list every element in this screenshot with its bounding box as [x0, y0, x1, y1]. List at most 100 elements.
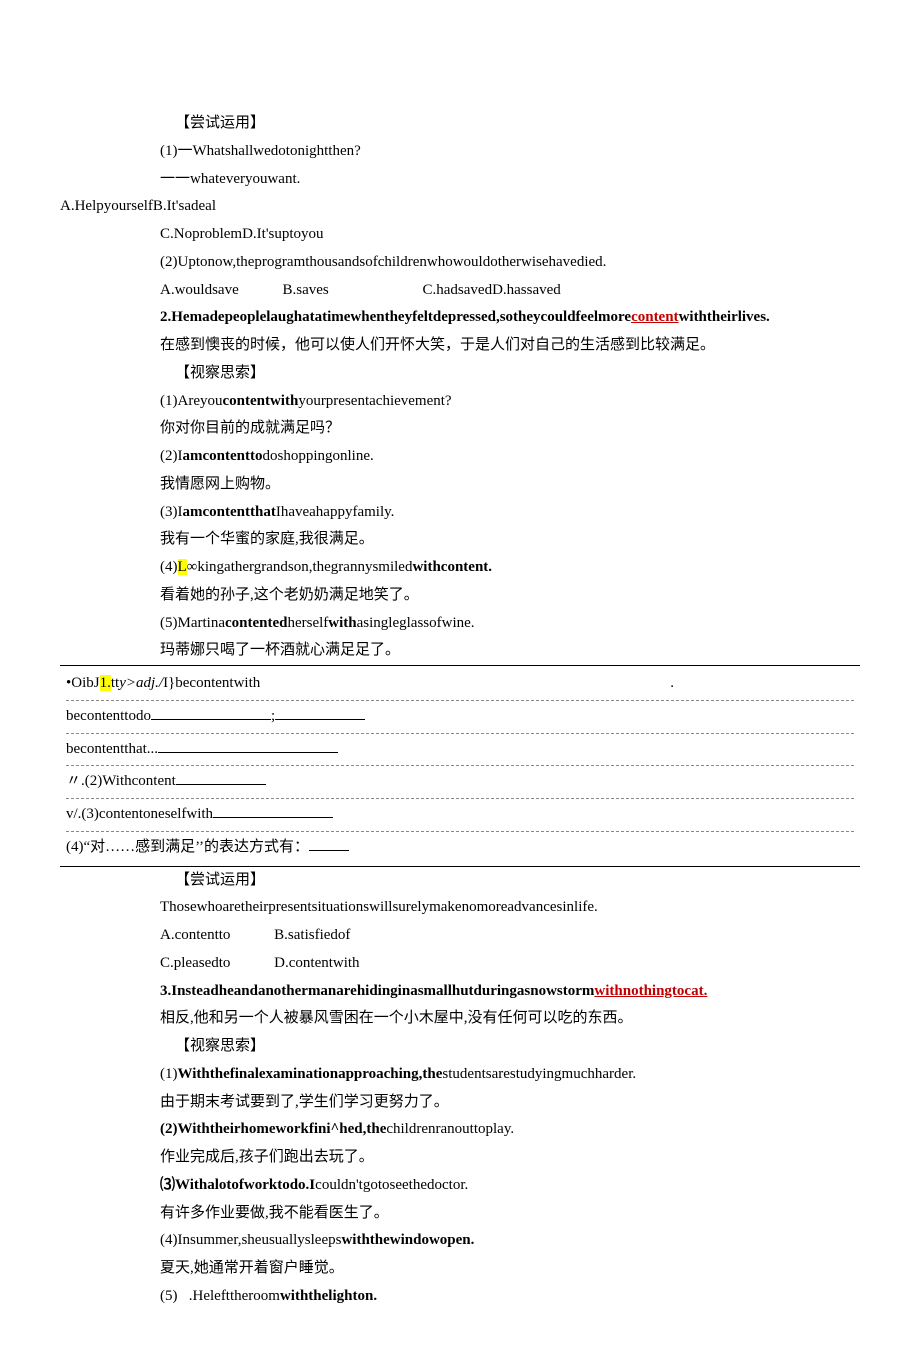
item3-cn: 相反,他和另一个人被暴风雪困在一个小木屋中,没有任何可以吃的东西。	[60, 1005, 860, 1033]
box-r2-a: becontenttodo	[66, 708, 151, 724]
with-ex4: (4)Insummer,sheusuallysleepswiththewindo…	[60, 1227, 860, 1255]
ex1-a: (1)Areyou	[160, 393, 222, 409]
observe-heading-2: 【视察思索】	[60, 1033, 860, 1061]
q3-a: A.contentto	[160, 922, 230, 950]
with-ex5-a: (5)	[160, 1288, 178, 1304]
with-ex5: (5) .Helefttheroomwiththelighton.	[60, 1283, 860, 1311]
with-ex5-b: .Helefttheroom	[189, 1288, 280, 1304]
with-ex2-a: (2)Withtheirhomeworkfini^hed,the	[160, 1121, 386, 1137]
q2-c: C.hadsavedD.hassaved	[423, 277, 561, 305]
with-ex2-cn: 作业完成后,孩子们跑出去玩了。	[60, 1144, 860, 1172]
with-ex1-a: (1)	[160, 1066, 178, 1082]
with-ex1-cn: 由于期末考试要到了,学生们学习更努力了。	[60, 1089, 860, 1117]
ex5-c: herself	[287, 615, 328, 631]
ex4-d: withcontent.	[412, 559, 492, 575]
ex2-b: amcontentto	[183, 448, 263, 464]
item3-lead-pre: 3.Insteadheandanothermanarehidinginasmal…	[160, 983, 594, 999]
ex4-cn: 看着她的孙子,这个老奶奶满足地笑了。	[60, 582, 860, 610]
item2-lead-pre: 2.Hemadepeoplelaughatatimewhentheyfeltde…	[160, 309, 631, 325]
ex2-cn: 我情愿网上购物。	[60, 471, 860, 499]
with-ex4-b: withthewindowopen.	[341, 1232, 474, 1248]
with-ex3-a: ⑶Withalotofworktodo.I	[160, 1177, 315, 1193]
ex3-c: Ihaveahappyfamily.	[276, 504, 395, 520]
ex5-d: with	[328, 615, 356, 631]
q3-d: D.contentwith	[274, 950, 359, 978]
box-row-3: becontentthat...	[66, 734, 854, 767]
ex1-b: contentwith	[222, 393, 298, 409]
q1-stem: (1)一Whatshallwedotonightthen?	[60, 138, 860, 166]
box-r1-a: •OibJ	[66, 675, 100, 691]
page: 【尝试运用】 (1)一Whatshallwedotonightthen? 一一w…	[0, 0, 920, 1371]
box-row-5: v/.(3)contentoneselfwith	[66, 799, 854, 832]
box-r1-e: I}becontentwith	[163, 675, 260, 691]
q3-b: B.satisfiedof	[274, 922, 350, 950]
box-r1-tail: .	[670, 670, 854, 698]
item3-lead: 3.Insteadheandanothermanarehidinginasmal…	[60, 978, 860, 1006]
q3-choices-row1: A.contentto B.satisfiedof	[60, 922, 860, 950]
with-ex1: (1)Withthefinalexaminationapproaching,th…	[60, 1061, 860, 1089]
q2-a: A.wouldsave	[160, 277, 239, 305]
box-r6-a: (4)“对……感到满足’’的表达方式有：	[66, 839, 309, 855]
q2-stem: (2)Uptonow,theprogramthousandsofchildren…	[60, 249, 860, 277]
box-r1-d: adj./	[136, 675, 163, 691]
with-ex2: (2)Withtheirhomeworkfini^hed,thechildren…	[60, 1116, 860, 1144]
box-r3-a: becontentthat...	[66, 741, 158, 757]
q1-choices-row2: C.NoproblemD.It'suptoyou	[60, 221, 860, 249]
box-row-6: (4)“对……感到满足’’的表达方式有：	[66, 832, 854, 864]
summary-box: •OibJ1.tty>adj./I}becontentwith . becont…	[60, 665, 860, 867]
ex4: (4)L∞kingathergrandson,thegrannysmiledwi…	[60, 554, 860, 582]
with-ex5-c: withthelighton.	[280, 1288, 377, 1304]
with-ex3-cn: 有许多作业要做,我不能看医生了。	[60, 1200, 860, 1228]
ex4-a: (4)	[160, 559, 178, 575]
q1-reply: 一一whateveryouwant.	[60, 166, 860, 194]
item2-lead-hl: content	[631, 309, 679, 325]
blank	[176, 771, 266, 786]
section-heading: 【尝试运用】	[60, 110, 860, 138]
q3-stem: Thosewhoaretheirpresentsituationswillsur…	[60, 894, 860, 922]
box-row-4: 〃.(2)Withcontent	[66, 766, 854, 799]
ex5: (5)Martinacontentedherselfwithasinglegla…	[60, 610, 860, 638]
blank	[158, 738, 338, 753]
box-row-1: •OibJ1.tty>adj./I}becontentwith .	[66, 668, 854, 701]
with-ex1-c: studentsarestudyingmuchharder.	[442, 1066, 636, 1082]
box-r1-hl: 1.	[100, 675, 111, 691]
ex4-hl: L	[178, 559, 187, 575]
ex2-a: (2)I	[160, 448, 183, 464]
box-r1-c: y>	[119, 675, 136, 691]
section-heading-2: 【尝试运用】	[60, 867, 860, 895]
ex5-cn: 玛蒂娜只喝了一杯酒就心满足足了。	[60, 637, 860, 665]
q2-b: B.saves	[283, 277, 329, 305]
ex4-c: ∞kingathergrandson,thegrannysmiled	[187, 559, 413, 575]
ex1: (1)Areyoucontentwithyourpresentachieveme…	[60, 388, 860, 416]
ex3: (3)IamcontentthatIhaveahappyfamily.	[60, 499, 860, 527]
ex5-a: (5)Martina	[160, 615, 225, 631]
q3-choices-row2: C.pleasedto D.contentwith	[60, 950, 860, 978]
item2-cn: 在感到懊丧的时候，他可以使人们开怀大笑，于是人们对自己的生活感到比较满足。	[60, 332, 860, 360]
q2-choices: A.wouldsave B.saves C.hadsavedD.hassaved	[60, 277, 860, 305]
item2-lead: 2.Hemadepeoplelaughatatimewhentheyfeltde…	[60, 304, 860, 332]
blank	[275, 705, 365, 720]
ex1-cn: 你对你目前的成就满足吗？	[60, 415, 860, 443]
ex3-b: amcontentthat	[183, 504, 276, 520]
q1-choices-row1: A.HelpyourselfB.It'sadeal	[60, 193, 860, 221]
ex1-c: yourpresentachievement?	[298, 393, 451, 409]
item3-lead-hl: withnothingtocat.	[594, 983, 707, 999]
ex3-cn: 我有一个华蜜的家庭,我很满足。	[60, 526, 860, 554]
blank	[213, 804, 333, 819]
with-ex2-b: childrenranouttoplay.	[386, 1121, 514, 1137]
ex5-b: contented	[225, 615, 288, 631]
blank	[151, 705, 271, 720]
with-ex3-b: couldn'tgotoseethedoctor.	[315, 1177, 468, 1193]
ex5-e: asingleglassofwine.	[357, 615, 475, 631]
item2-lead-post: withtheirlives.	[679, 309, 770, 325]
with-ex4-a: (4)Insummer,sheusuallysleeps	[160, 1232, 341, 1248]
ex3-a: (3)I	[160, 504, 183, 520]
with-ex1-b: Withthefinalexaminationapproaching,the	[178, 1066, 443, 1082]
box-r5-a: v/.(3)contentoneselfwith	[66, 806, 213, 822]
q3-c: C.pleasedto	[160, 950, 230, 978]
observe-heading-1: 【视察思索】	[60, 360, 860, 388]
box-row-2: becontenttodo;	[66, 701, 854, 734]
with-ex4-cn: 夏天,她通常开着窗户睡觉。	[60, 1255, 860, 1283]
box-r1-b: tt	[111, 675, 119, 691]
ex2-c: doshoppingonline.	[262, 448, 373, 464]
